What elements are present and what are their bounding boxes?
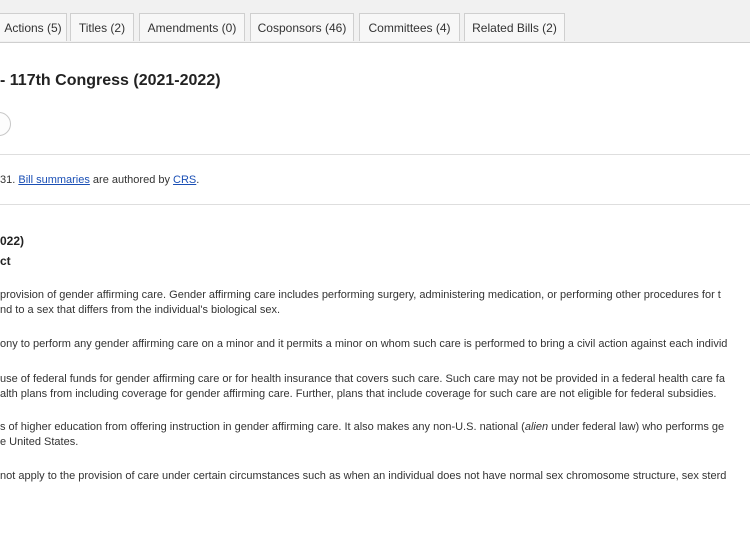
- tab-committees[interactable]: Committees (4): [359, 13, 460, 41]
- tab-amendments[interactable]: Amendments (0): [139, 13, 245, 41]
- page: Actions (5) Titles (2) Amendments (0) Co…: [0, 0, 750, 536]
- toggle-button[interactable]: [0, 112, 11, 136]
- summary-paragraph-4: s of higher education from offering inst…: [0, 420, 750, 450]
- tab-cosponsors[interactable]: Cosponsors (46): [250, 13, 354, 41]
- tab-actions[interactable]: Actions (5): [0, 13, 67, 41]
- paragraph-line: alth plans from including coverage for g…: [0, 388, 717, 400]
- paragraph-line: e United States.: [0, 436, 79, 448]
- paragraph-line: nd to a sex that differs from the indivi…: [0, 304, 281, 316]
- alien-term: alien: [524, 421, 549, 433]
- crs-link[interactable]: CRS: [173, 174, 196, 186]
- summary-subheading: ct: [0, 254, 11, 268]
- bill-title: - 117th Congress (2021-2022): [0, 72, 221, 89]
- paragraph-text: under federal law) who performs ge: [548, 421, 725, 433]
- tab-related-bills[interactable]: Related Bills (2): [464, 13, 565, 41]
- paragraph-text: s of higher education from offering inst…: [0, 421, 525, 433]
- paragraph-line: ony to perform any gender affirming care…: [0, 338, 728, 350]
- summary-heading: 022): [0, 234, 25, 248]
- paragraph-line: not apply to the provision of care under…: [0, 470, 727, 482]
- source-suffix: .: [196, 174, 200, 186]
- summary-paragraph-5: not apply to the provision of care under…: [0, 469, 750, 484]
- source-middle: are authored by: [89, 174, 174, 186]
- tab-titles[interactable]: Titles (2): [70, 13, 134, 41]
- divider-top: [0, 154, 750, 155]
- divider-bottom: [0, 204, 750, 205]
- summary-source-line: 31. Bill summaries are authored by CRS.: [0, 174, 199, 186]
- summary-paragraph-1: provision of gender affirming care. Gend…: [0, 288, 750, 318]
- paragraph-line: provision of gender affirming care. Gend…: [0, 289, 721, 301]
- tab-bar: Actions (5) Titles (2) Amendments (0) Co…: [0, 0, 750, 43]
- paragraph-line: use of federal funds for gender affirmin…: [0, 373, 725, 385]
- paragraph-line: s of higher education from offering inst…: [0, 420, 750, 435]
- source-prefix: 31.: [0, 174, 19, 186]
- bill-summaries-link[interactable]: Bill summaries: [18, 174, 90, 186]
- summary-paragraph-3: use of federal funds for gender affirmin…: [0, 372, 750, 402]
- summary-paragraph-2: ony to perform any gender affirming care…: [0, 337, 750, 352]
